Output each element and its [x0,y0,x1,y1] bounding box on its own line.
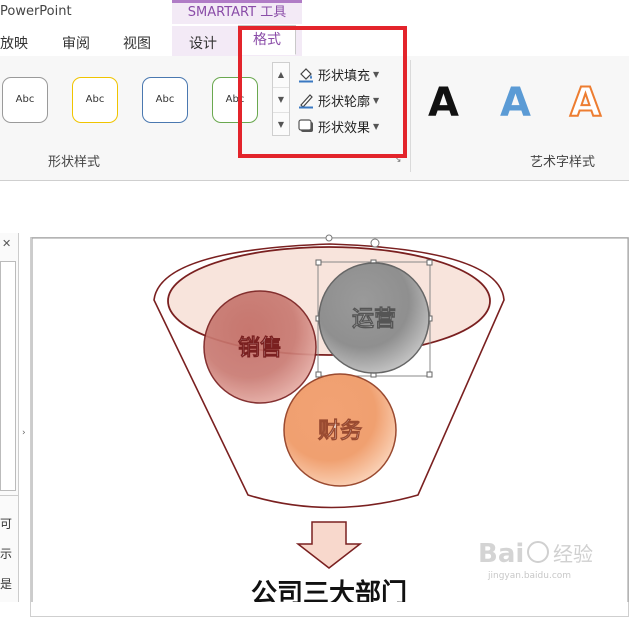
resize-handle[interactable] [325,234,333,242]
smartart-diagram[interactable]: 销售 运营 财务 公司三大部门 Bai 经验 jingyan.baidu.com [0,0,629,602]
watermark-logo-cn: 经验 [553,542,593,566]
diagram-title: 公司三大部门 [251,579,407,602]
node-finance-label: 财务 [318,419,363,444]
down-arrow-icon [295,521,363,569]
resize-handle[interactable] [315,371,322,378]
watermark-url: jingyan.baidu.com [487,571,571,581]
resize-handle[interactable] [426,371,433,378]
watermark-logo: Bai [478,539,524,569]
node-sales-label: 销售 [238,335,282,361]
node-operations-label: 运营 [352,307,396,332]
rotate-handle-icon[interactable] [370,238,380,248]
resize-handle[interactable] [315,259,322,266]
resize-handle[interactable] [426,259,433,266]
paw-icon [527,541,549,563]
